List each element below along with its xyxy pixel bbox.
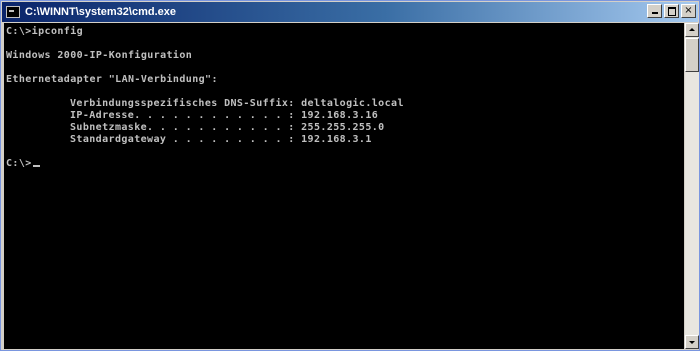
console-output: C:\>ipconfig Windows 2000-IP-Konfigurati… <box>4 23 684 170</box>
ip-config-header: Windows 2000-IP-Konfiguration <box>6 50 193 61</box>
config-entry: Subnetzmaske. . . . . . . . . . . : 255.… <box>6 122 684 134</box>
prompt: C:\> <box>6 158 32 169</box>
entry-label: Subnetzmaske. . . . . . . . . . . : <box>70 122 295 133</box>
config-entry: Verbindungsspezifisches DNS-Suffix: delt… <box>6 98 684 110</box>
adapter-line: Ethernetadapter "LAN-Verbindung": <box>6 74 218 85</box>
scroll-up-button[interactable] <box>685 23 699 37</box>
entry-value: 255.255.255.0 <box>301 122 385 133</box>
cmd-window: C:\WINNT\system32\cmd.exe × C:\>ipconfig… <box>0 0 700 351</box>
scroll-down-button[interactable] <box>685 335 699 349</box>
prompt-line[interactable]: C:\> <box>6 158 684 170</box>
config-entry: Standardgateway . . . . . . . . . : 192.… <box>6 134 684 146</box>
text-cursor <box>32 165 40 167</box>
vertical-scrollbar[interactable] <box>685 23 699 349</box>
entry-label: Verbindungsspezifisches DNS-Suffix: <box>70 98 295 109</box>
entry-label: Standardgateway . . . . . . . . . : <box>70 134 295 145</box>
close-button[interactable]: × <box>681 4 696 18</box>
entry-value: deltalogic.local <box>301 98 404 109</box>
scroll-thumb[interactable] <box>685 38 699 72</box>
minimize-button[interactable] <box>647 4 662 18</box>
window-title: C:\WINNT\system32\cmd.exe <box>25 6 176 18</box>
entry-value: 192.168.3.16 <box>301 110 379 121</box>
title-bar[interactable]: C:\WINNT\system32\cmd.exe × <box>2 2 698 22</box>
maximize-button[interactable] <box>664 4 679 18</box>
entry-label: IP-Adresse. . . . . . . . . . . . : <box>70 110 295 121</box>
window-controls: × <box>645 4 696 18</box>
entry-value: 192.168.3.1 <box>301 134 372 145</box>
console-area[interactable]: C:\>ipconfig Windows 2000-IP-Konfigurati… <box>4 23 684 349</box>
command-line: C:\>ipconfig <box>6 26 84 37</box>
cmd-window-icon[interactable] <box>6 6 20 18</box>
config-entry: IP-Adresse. . . . . . . . . . . . : 192.… <box>6 110 684 122</box>
